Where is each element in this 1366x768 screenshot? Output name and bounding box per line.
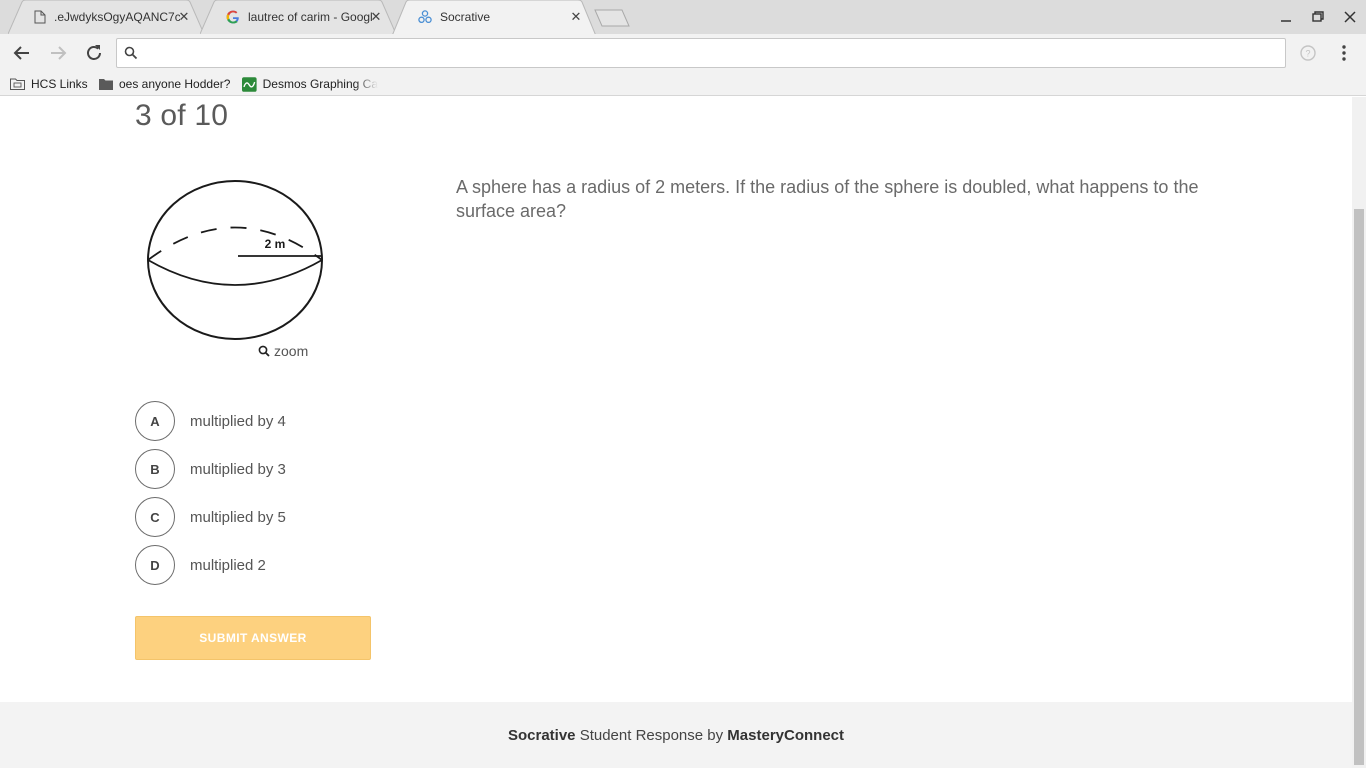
bookmark-label: oes anyone Hodder?: [119, 77, 231, 91]
sphere-diagram[interactable]: 2 m: [135, 175, 335, 345]
scrollbar-thumb[interactable]: [1354, 209, 1364, 765]
choice-text[interactable]: multiplied by 5: [190, 509, 286, 526]
close-icon[interactable]: ✕: [178, 10, 190, 23]
bookmarks-bar: HCS Links oes anyone Hodder? Desmos Grap…: [0, 72, 1366, 96]
page-scrollbar[interactable]: [1352, 97, 1366, 768]
desmos-icon: [242, 76, 257, 92]
reload-icon[interactable]: [83, 42, 105, 64]
address-input[interactable]: [147, 43, 1267, 63]
search-icon: [124, 46, 138, 60]
info-icon[interactable]: ?: [1297, 42, 1319, 64]
answer-choice-c[interactable]: C multiplied by 5: [135, 497, 435, 537]
bookmark-label: HCS Links: [31, 77, 88, 91]
bookmark-hodder[interactable]: oes anyone Hodder?: [99, 75, 239, 93]
question-progress: 3 of 10: [135, 99, 229, 132]
bookmark-desmos[interactable]: Desmos Graphing Ca: [242, 75, 378, 93]
radius-label: 2 m: [265, 237, 286, 251]
magnifier-icon: [258, 345, 270, 357]
back-arrow-icon[interactable]: [11, 42, 33, 64]
forward-arrow-icon[interactable]: [47, 42, 69, 64]
answer-choice-a[interactable]: A multiplied by 4: [135, 401, 435, 441]
browser-toolbar: ?: [0, 34, 1366, 72]
answer-choice-d[interactable]: D multiplied 2: [135, 545, 435, 585]
bookmark-hcs-links[interactable]: HCS Links: [10, 75, 100, 93]
choice-text[interactable]: multiplied 2: [190, 557, 266, 574]
choice-letter[interactable]: C: [135, 497, 175, 537]
question-text: A sphere has a radius of 2 meters. If th…: [456, 177, 1199, 221]
footer-brand[interactable]: Socrative: [508, 727, 576, 744]
zoom-label: zoom: [274, 343, 309, 359]
bookmarks-folder-icon: [10, 78, 25, 90]
tab-title: .eJwdyksOgyAQANC7c: [54, 10, 180, 24]
new-tab-button[interactable]: [594, 9, 630, 27]
tab-socrative[interactable]: Socrative ✕: [392, 0, 596, 36]
svg-text:?: ?: [1305, 49, 1310, 59]
submit-answer-button[interactable]: SUBMIT ANSWER: [135, 616, 371, 660]
choice-text[interactable]: multiplied by 3: [190, 461, 286, 478]
bookmark-label: Desmos Graphing Ca: [262, 77, 378, 91]
minimize-icon[interactable]: [1276, 7, 1296, 27]
menu-dots-icon[interactable]: [1333, 42, 1355, 64]
restore-icon[interactable]: [1308, 7, 1328, 27]
choice-text[interactable]: multiplied by 4: [190, 413, 286, 430]
choice-letter[interactable]: D: [135, 545, 175, 585]
tab-document[interactable]: .eJwdyksOgyAQANC7c ✕: [8, 0, 204, 34]
choice-letter[interactable]: A: [135, 401, 175, 441]
document-icon: [34, 10, 46, 24]
close-icon[interactable]: ✕: [570, 10, 582, 23]
choice-letter[interactable]: B: [135, 449, 175, 489]
page-footer: Socrative Student Response by MasteryCon…: [0, 702, 1352, 768]
footer-company[interactable]: MasteryConnect: [727, 727, 844, 744]
zoom-link[interactable]: zoom: [258, 343, 308, 359]
tab-title: Socrative: [440, 10, 491, 24]
footer-text: Student Response by: [575, 726, 728, 744]
close-icon[interactable]: ✕: [370, 10, 382, 23]
window-close-icon[interactable]: [1340, 7, 1360, 27]
tab-google[interactable]: lautrec of carim - Google ✕: [200, 0, 396, 34]
folder-icon: [99, 79, 113, 90]
socrative-icon: [418, 10, 432, 24]
quiz-page: 3 of 10 2 m zoom A sphere has a radius o…: [0, 97, 1352, 768]
tab-strip: .eJwdyksOgyAQANC7c ✕ lautrec of carim - …: [0, 0, 1366, 36]
address-bar[interactable]: [116, 38, 1286, 68]
google-icon: [226, 10, 239, 24]
answer-choice-b[interactable]: B multiplied by 3: [135, 449, 435, 489]
tab-title: lautrec of carim - Google: [248, 10, 372, 24]
